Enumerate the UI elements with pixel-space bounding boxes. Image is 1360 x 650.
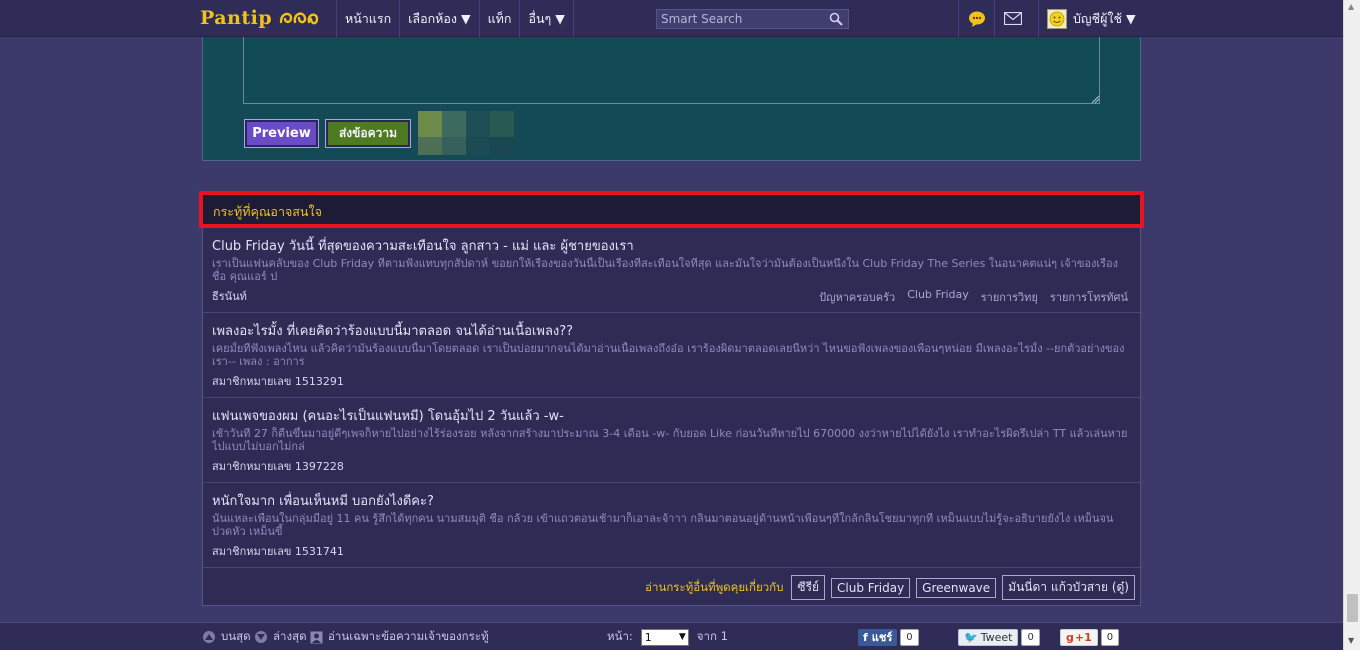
related-tag[interactable]: Club Friday — [831, 577, 911, 598]
topic-title[interactable]: Club Friday วันนี้ ที่สุดของความสะเทือนใ… — [212, 235, 634, 256]
page-total: จาก 1 — [696, 629, 728, 643]
account-menu[interactable]: บัญชีผู้ใช้ ▼ — [1038, 0, 1148, 37]
pantip-logo[interactable]: Pantip — [200, 6, 320, 30]
gplus-label: +1 — [1074, 630, 1092, 644]
page-scrollbar[interactable]: ▲ ▼ — [1343, 0, 1360, 650]
logo-text: Pantip — [200, 7, 273, 29]
page-value: 1 — [644, 630, 652, 644]
topic-desc: นั่นแหละเพื่อนในกลุ่มมีอยู่ 11 คน รู้สึก… — [212, 512, 1114, 538]
comment-form: Preview ส่งข้อความ — [202, 37, 1141, 161]
twitter-bird-icon: 🐦 — [964, 630, 978, 644]
twitter-share[interactable]: 🐦 Tweet 0 — [958, 623, 1040, 650]
preview-button[interactable]: Preview — [244, 119, 319, 148]
facebook-share[interactable]: f แชร์ 0 — [858, 623, 919, 650]
scroll-bottom-label: ล่างสุด — [273, 629, 307, 643]
facebook-count: 0 — [900, 628, 919, 646]
topic-title[interactable]: เพลงอะไรมั้ง ที่เคยคิดว่าร้องแบบนี้มาตลอ… — [212, 320, 573, 341]
arrow-up-icon — [203, 631, 215, 643]
owner-only-button[interactable]: อ่านเฉพาะข้อความเจ้าของกระทู้ — [310, 623, 489, 650]
gplus-button[interactable]: g +1 — [1060, 628, 1098, 646]
owner-only-label: อ่านเฉพาะข้อความเจ้าของกระทู้ — [328, 629, 489, 643]
nav-choose-room[interactable]: เลือกห้อง ▼ — [399, 0, 478, 37]
related-tag[interactable]: ซีรีย์ — [791, 575, 826, 600]
main-nav: หน้าแรก เลือกห้อง ▼ แท็ก อื่นๆ ▼ — [336, 0, 574, 37]
topic-desc: เช้าวันที่ 27 ก็ตื่นขึ้นมาอยู่ดีๆเพจก็หา… — [212, 427, 1128, 453]
topic-author[interactable]: ธีรนันท์ — [212, 287, 247, 305]
avatar — [1047, 8, 1067, 29]
send-message-button[interactable]: ส่งข้อความ — [325, 119, 411, 148]
account-label: บัญชีผู้ใช้ ▼ — [1073, 10, 1136, 26]
owner-filter-icon — [310, 631, 323, 644]
facebook-icon: f — [863, 630, 868, 644]
recommended-header: กระทู้ที่คุณอาจสนใจ — [199, 191, 1144, 228]
page-select[interactable]: 1 ▼ — [640, 628, 689, 646]
preview-button-label: Preview — [247, 122, 316, 145]
mail-icon[interactable] — [994, 0, 1030, 37]
tweet-label: Tweet — [980, 630, 1013, 644]
search-icon[interactable] — [829, 12, 843, 29]
gplus-share[interactable]: g +1 0 — [1060, 623, 1120, 650]
scroll-up-arrow-icon[interactable]: ▲ — [1348, 2, 1354, 11]
topic-item[interactable]: เพลงอะไรมั้ง ที่เคยคิดว่าร้องแบบนี้มาตลอ… — [203, 313, 1140, 398]
gplus-count: 0 — [1100, 628, 1120, 646]
chevron-down-icon: ▼ — [678, 631, 686, 642]
captcha-image — [418, 111, 514, 155]
scrollbar-thumb[interactable] — [1347, 594, 1358, 622]
topic-desc: เราเป็นแฟนคลับของ Club Friday ที่ตามฟังแ… — [212, 257, 1119, 283]
pagination: หน้า: 1 ▼ จาก 1 — [607, 623, 728, 650]
scroll-bottom-button[interactable]: ล่างสุด — [255, 623, 307, 650]
topic-tag[interactable]: ปัญหาครอบครัว — [819, 288, 895, 306]
nav-more[interactable]: อื่นๆ ▼ — [519, 0, 574, 37]
topic-desc: เคยมั้ยที่ฟังเพลงไหน แล้วคิดว่ามันร้องแบ… — [212, 342, 1125, 368]
facebook-share-button[interactable]: f แชร์ — [858, 628, 898, 646]
send-button-label: ส่งข้อความ — [328, 122, 408, 145]
search-input[interactable] — [657, 12, 823, 26]
recommended-topics: กระทู้ที่คุณอาจสนใจ Club Friday วันนี้ ท… — [199, 191, 1144, 606]
scroll-top-button[interactable]: บนสุด — [203, 623, 251, 650]
related-tags-footer: อ่านกระทู้อื่นที่พูดคุยเกี่ยวกับ ซีรีย์ … — [645, 575, 1135, 600]
topic-tags: ปัญหาครอบครัว Club Friday รายการวิทยุ รา… — [819, 288, 1128, 306]
facebook-share-label: แชร์ — [871, 631, 893, 644]
smart-search — [656, 9, 849, 29]
related-tag[interactable]: มันนี่ดา แก้วบัวสาย (ดู๋) — [1002, 575, 1135, 600]
related-tag[interactable]: Greenwave — [916, 577, 997, 598]
topic-tag[interactable]: รายการโทรทัศน์ — [1050, 288, 1128, 306]
topic-tag[interactable]: Club Friday — [907, 288, 969, 306]
tweet-button[interactable]: 🐦 Tweet — [958, 628, 1019, 646]
related-tags-text: อ่านกระทู้อื่นที่พูดคุยเกี่ยวกับ — [645, 579, 784, 594]
topic-item[interactable]: หนักใจมาก เพื่อนเห็นหมี บอกยังไงดีคะ? นั… — [203, 483, 1140, 568]
tweet-count: 0 — [1021, 628, 1040, 646]
page-label: หน้า: — [607, 629, 633, 643]
topic-item[interactable]: Club Friday วันนี้ ที่สุดของความสะเทือนใ… — [203, 228, 1140, 313]
bottom-toolbar: บนสุด ล่างสุด อ่านเฉพาะข้อความเจ้าของกระ… — [0, 622, 1343, 650]
comment-textarea[interactable] — [243, 37, 1100, 104]
topic-tag[interactable]: รายการวิทยุ — [981, 288, 1038, 306]
top-navbar: Pantip หน้าแรก เลือกห้อง ▼ แท็ก อื่นๆ ▼ … — [0, 0, 1343, 37]
gplus-icon: g — [1066, 630, 1074, 644]
logo-mark-icon — [278, 6, 320, 31]
nav-home[interactable]: หน้าแรก — [336, 0, 399, 37]
nav-tags[interactable]: แท็ก — [478, 0, 520, 37]
topic-author[interactable]: สมาชิกหมายเลข 1531741 — [212, 542, 344, 560]
scroll-down-arrow-icon[interactable]: ▼ — [1348, 636, 1354, 645]
topic-title[interactable]: แฟนเพจของผม (คนอะไรเป็นแฟนหมี) โดนอุ้มไป… — [212, 405, 564, 426]
topic-author[interactable]: สมาชิกหมายเลข 1397228 — [212, 457, 344, 475]
topic-author[interactable]: สมาชิกหมายเลข 1513291 — [212, 372, 344, 390]
resize-grip-icon[interactable] — [1090, 93, 1100, 107]
recommended-heading: กระทู้ที่คุณอาจสนใจ — [213, 204, 322, 219]
topic-item[interactable]: แฟนเพจของผม (คนอะไรเป็นแฟนหมี) โดนอุ้มไป… — [203, 398, 1140, 483]
scroll-top-label: บนสุด — [221, 629, 251, 643]
topic-title[interactable]: หนักใจมาก เพื่อนเห็นหมี บอกยังไงดีคะ? — [212, 490, 434, 511]
arrow-down-icon — [255, 631, 267, 643]
chat-bubble-icon[interactable] — [958, 0, 994, 37]
